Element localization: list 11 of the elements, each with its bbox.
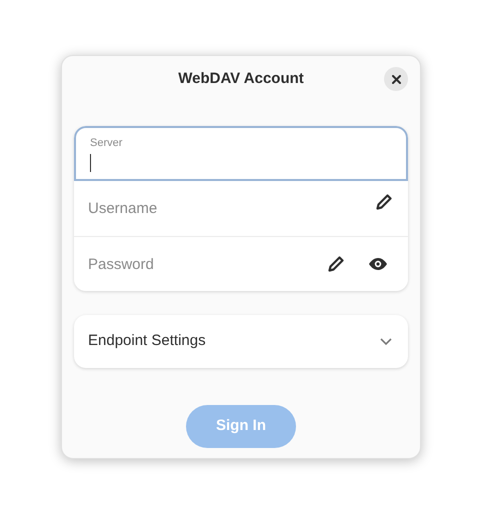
eye-icon	[369, 258, 387, 270]
chevron-icon	[380, 338, 392, 346]
endpoint-settings-expander[interactable]: Endpoint Settings	[74, 315, 408, 368]
input-field[interactable]: Password	[74, 237, 408, 291]
input-field[interactable]: Server	[74, 126, 408, 181]
input-field[interactable]: Username	[74, 181, 408, 236]
close-icon	[392, 74, 400, 84]
pencil-icon	[328, 256, 344, 272]
close-button[interactable]	[384, 67, 408, 91]
window-title: WebDAV Account	[178, 68, 304, 89]
pencil-icon	[376, 194, 392, 210]
